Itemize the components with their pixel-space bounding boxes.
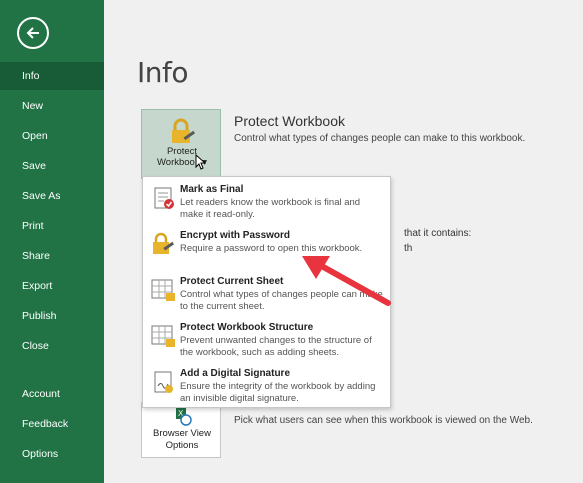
structure-lock-icon: [151, 325, 175, 347]
menu-item-protect-workbook-structure[interactable]: Protect Workbook Structure Prevent unwan…: [143, 318, 390, 364]
menu-item-title: Protect Workbook Structure: [180, 322, 314, 333]
mouse-cursor-icon: [195, 154, 206, 170]
sidebar-item-save-as[interactable]: Save As: [0, 182, 104, 210]
sheet-lock-icon: [151, 279, 175, 301]
menu-item-add-digital-signature[interactable]: Add a Digital Signature Ensure the integ…: [143, 364, 390, 410]
browser-view-label: Browser View Options: [153, 428, 211, 451]
back-button[interactable]: [17, 17, 49, 49]
protect-workbook-button[interactable]: Protect Workbook ▾: [141, 109, 221, 179]
sidebar-item-close[interactable]: Close: [0, 332, 104, 360]
sidebar-item-publish[interactable]: Publish: [0, 302, 104, 330]
sidebar-item-feedback[interactable]: Feedback: [0, 410, 104, 438]
lock-key-icon: [153, 232, 175, 254]
sidebar: Info New Open Save Save As Print Share E…: [0, 0, 104, 483]
menu-item-description: Ensure the integrity of the workbook by …: [180, 381, 376, 404]
menu-item-title: Protect Current Sheet: [180, 276, 284, 287]
sidebar-item-new[interactable]: New: [0, 92, 104, 120]
menu-item-description: Require a password to open this workbook…: [180, 243, 363, 254]
menu-item-title: Add a Digital Signature: [180, 368, 291, 379]
menu-item-title: Encrypt with Password: [180, 230, 291, 241]
menu-item-protect-current-sheet[interactable]: Protect Current Sheet Control what types…: [143, 272, 390, 318]
menu-item-mark-as-final[interactable]: Mark as Final Let readers know the workb…: [143, 180, 390, 226]
sidebar-item-options[interactable]: Options: [0, 440, 104, 468]
menu-item-description: Prevent unwanted changes to the structur…: [180, 335, 372, 358]
sidebar-item-info[interactable]: Info: [0, 62, 104, 90]
protect-workbook-title: Protect Workbook: [234, 113, 346, 129]
menu-item-title: Mark as Final: [180, 184, 244, 195]
mark-final-icon: [154, 187, 174, 209]
sidebar-item-save[interactable]: Save: [0, 152, 104, 180]
protect-workbook-label: Protect Workbook ▾: [156, 146, 207, 168]
sidebar-item-export[interactable]: Export: [0, 272, 104, 300]
menu-item-description: Let readers know the workbook is final a…: [180, 197, 361, 220]
sidebar-item-print[interactable]: Print: [0, 212, 104, 240]
browser-view-options-button[interactable]: X Browser View Options: [141, 402, 221, 458]
sidebar-item-share[interactable]: Share: [0, 242, 104, 270]
page-title: Info: [137, 56, 189, 89]
inspect-text-fragment: that it contains:: [404, 228, 472, 239]
backstage-view: Info New Open Save Save As Print Share E…: [0, 0, 583, 483]
protect-workbook-description: Control what types of changes people can…: [234, 133, 526, 144]
signature-icon: [154, 371, 173, 393]
lock-key-icon: [172, 118, 196, 143]
sidebar-item-open[interactable]: Open: [0, 122, 104, 150]
browser-view-description: Pick what users can see when this workbo…: [234, 415, 533, 426]
protect-workbook-menu: Mark as Final Let readers know the workb…: [142, 176, 391, 408]
menu-item-encrypt-with-password[interactable]: Encrypt with Password Require a password…: [143, 226, 390, 272]
sidebar-item-account[interactable]: Account: [0, 380, 104, 408]
menu-item-description: Control what types of changes people can…: [180, 289, 383, 312]
back-arrow-icon: [26, 27, 39, 39]
inspect-text-fragment: th: [404, 243, 413, 254]
